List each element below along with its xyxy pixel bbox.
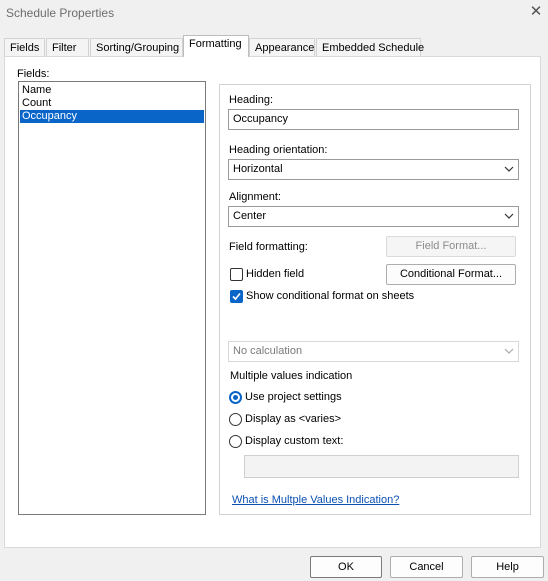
radio-display-custom-label: Display custom text:	[245, 435, 344, 447]
fields-label: Fields:	[17, 68, 50, 80]
dialog-title: Schedule Properties	[6, 6, 115, 20]
heading-orientation-label: Heading orientation:	[229, 144, 328, 156]
fields-listbox[interactable]: Name Count Occupancy	[18, 81, 206, 515]
multiple-values-label: Multiple values indication	[230, 370, 353, 382]
calculation-value: No calculation	[233, 345, 303, 357]
list-item-selected[interactable]: Occupancy	[20, 110, 204, 123]
chevron-down-icon	[504, 163, 514, 175]
field-formatting-label: Field formatting:	[229, 241, 308, 253]
close-icon[interactable]: ✕	[528, 3, 544, 21]
radio-use-project-settings[interactable]	[229, 391, 242, 404]
help-button[interactable]: Help	[471, 556, 544, 578]
chevron-down-icon	[504, 345, 514, 357]
chevron-down-icon	[504, 210, 514, 222]
heading-label: Heading:	[229, 94, 274, 106]
tab-sorting-grouping[interactable]: Sorting/Grouping	[90, 38, 183, 57]
radio-display-varies[interactable]	[229, 413, 242, 426]
list-item[interactable]: Count	[20, 97, 204, 110]
radio-use-project-settings-label: Use project settings	[245, 391, 342, 403]
alignment-value: Center	[233, 210, 267, 222]
tab-formatting[interactable]: Formatting	[183, 35, 249, 57]
field-format-button[interactable]: Field Format...	[386, 236, 516, 257]
multiple-values-help-link[interactable]: What is Multple Values Indication?	[232, 494, 399, 506]
tab-filter[interactable]: Filter	[46, 38, 89, 57]
radio-display-custom[interactable]	[229, 435, 242, 448]
checkmark-icon	[232, 292, 241, 301]
conditional-format-button[interactable]: Conditional Format...	[386, 264, 516, 285]
calculation-select: No calculation	[228, 341, 519, 362]
heading-orientation-value: Horizontal	[233, 163, 283, 175]
list-item[interactable]: Name	[20, 84, 204, 97]
tab-appearance[interactable]: Appearance	[249, 38, 315, 57]
alignment-label: Alignment:	[229, 191, 281, 203]
heading-orientation-select[interactable]: Horizontal	[228, 159, 519, 180]
show-conditional-label: Show conditional format on sheets	[246, 290, 415, 302]
tab-fields[interactable]: Fields	[4, 38, 45, 57]
hidden-field-label: Hidden field	[246, 268, 305, 280]
cancel-button[interactable]: Cancel	[390, 556, 463, 578]
show-conditional-checkbox[interactable]	[230, 290, 243, 303]
radio-display-varies-label: Display as <varies>	[245, 413, 341, 425]
hidden-field-checkbox[interactable]	[230, 268, 243, 281]
heading-input[interactable]: Occupancy	[228, 109, 519, 130]
custom-text-input	[244, 455, 519, 478]
alignment-select[interactable]: Center	[228, 206, 519, 227]
tab-embedded-schedule[interactable]: Embedded Schedule	[316, 38, 424, 57]
ok-button[interactable]: OK	[310, 556, 382, 578]
